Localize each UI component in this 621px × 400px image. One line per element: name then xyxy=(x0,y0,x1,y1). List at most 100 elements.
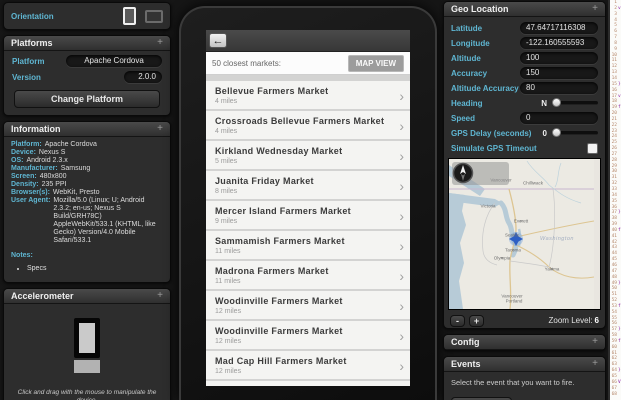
gps-delay-label: GPS Delay (seconds) xyxy=(451,129,531,138)
gps-delay-slider-handle[interactable] xyxy=(552,128,561,137)
longitude-input[interactable]: -122.160555593 xyxy=(520,37,598,49)
market-distance: 12 miles xyxy=(215,308,343,315)
code-editor[interactable]: 12var3456789101112131415};1617var1819fun… xyxy=(608,0,621,400)
info-label: Browser(s): xyxy=(11,189,50,197)
ripple-emulator: Orientation Platforms + Platform Apache … xyxy=(0,0,621,400)
latitude-label: Latitude xyxy=(451,24,482,33)
geo-location-panel: Geo Location + Latitude 47.64717116308 L… xyxy=(443,1,606,329)
info-row: OS: Android 2.3.x xyxy=(11,157,163,165)
zoom-in-button[interactable]: + xyxy=(469,315,484,327)
map-city-label: Everett xyxy=(514,219,528,224)
market-list-item[interactable]: Mad Cap Hill Farmers Market 12 miles › xyxy=(206,351,410,379)
zoom-out-button[interactable]: - xyxy=(450,315,465,327)
speed-input[interactable]: 0 xyxy=(520,112,598,124)
market-name: Sammamish Farmers Market xyxy=(215,236,345,246)
version-select[interactable]: 2.0.0 xyxy=(124,71,162,83)
info-row: Density: 235 PPI xyxy=(11,181,163,189)
platforms-title: Platforms xyxy=(11,38,53,48)
chevron-right-icon: › xyxy=(399,88,404,104)
info-label: User Agent: xyxy=(11,197,50,245)
heading-slider-handle[interactable] xyxy=(552,98,561,107)
market-list-item[interactable]: Woodinville Farmers Market 12 miles › xyxy=(206,321,410,349)
market-list-item[interactable]: Sammamish Farmers Market 11 miles › xyxy=(206,231,410,259)
market-distance: 11 miles xyxy=(215,278,329,285)
heading-slider[interactable] xyxy=(554,101,598,105)
heading-value: N xyxy=(541,99,547,108)
events-prompt: Select the event that you want to fire. xyxy=(451,378,598,387)
info-value: 480x800 xyxy=(40,173,163,181)
info-row: User Agent: Mozilla/5.0 (Linux; U; Andro… xyxy=(11,197,163,245)
altitude-input[interactable]: 100 xyxy=(520,52,598,64)
events-panel-header[interactable]: Events + xyxy=(444,357,605,372)
accelerometer-title: Accelerometer xyxy=(11,291,74,301)
chevron-right-icon: › xyxy=(399,358,404,374)
zoom-level-label: Zoom Level: xyxy=(549,316,593,325)
info-value: Mozilla/5.0 (Linux; U; Android 2.3.2; en… xyxy=(53,197,163,245)
platforms-panel-header[interactable]: Platforms + xyxy=(4,36,170,51)
notes-label: Notes: xyxy=(11,252,163,260)
map-city-label: Tacoma xyxy=(505,248,521,253)
accelerometer-device-model[interactable] xyxy=(74,318,100,373)
landscape-orientation-icon[interactable] xyxy=(145,10,163,23)
zoom-level-value: 6 xyxy=(595,316,599,325)
version-label: Version xyxy=(12,73,41,82)
gps-delay-value: 0 xyxy=(543,129,547,138)
list-subheader: 50 closest markets: MAP VIEW xyxy=(206,52,410,75)
information-panel-header[interactable]: Information + xyxy=(4,122,170,137)
config-title: Config xyxy=(451,337,480,347)
info-row: Manufacturer: Samsung xyxy=(11,165,163,173)
market-list-item[interactable]: Woodinville Farmers Market 12 miles › xyxy=(206,291,410,319)
market-name: Mercer Island Farmers Market xyxy=(215,206,351,216)
latitude-input[interactable]: 47.64717116308 xyxy=(520,22,598,34)
config-panel-header[interactable]: Config + xyxy=(444,335,605,350)
market-distance: 4 miles xyxy=(215,98,328,105)
collapse-icon[interactable]: + xyxy=(157,38,163,48)
market-name: Woodinville Farmers Market xyxy=(215,326,343,336)
notes-item[interactable]: Specs xyxy=(27,265,163,273)
info-value: WebKit, Presto xyxy=(53,189,163,197)
geo-map[interactable]: Washington VancouverChilliwackVictoriaEv… xyxy=(448,158,601,310)
collapse-icon[interactable]: + xyxy=(592,337,598,347)
simulate-gps-timeout-checkbox[interactable] xyxy=(587,143,598,154)
info-row: Device: Nexus S xyxy=(11,149,163,157)
info-row: Screen: 480x800 xyxy=(11,173,163,181)
info-label: OS: xyxy=(11,157,23,165)
device-screen: ← 50 closest markets: MAP VIEW Bellevue … xyxy=(206,30,410,386)
market-name: Juanita Friday Market xyxy=(215,176,314,186)
change-platform-button[interactable]: Change Platform xyxy=(14,90,160,108)
market-distance: 12 miles xyxy=(215,368,347,375)
info-label: Device: xyxy=(11,149,36,157)
collapse-icon[interactable]: + xyxy=(157,291,163,301)
collapse-icon[interactable]: + xyxy=(592,359,598,369)
market-name: Woodinville Farmers Market xyxy=(215,296,343,306)
info-label: Platform: xyxy=(11,141,42,149)
map-city-label: Yakima xyxy=(545,267,560,272)
portrait-orientation-icon[interactable] xyxy=(123,7,136,25)
map-view-button[interactable]: MAP VIEW xyxy=(348,55,404,72)
market-list-item[interactable]: Crossroads Bellevue Farmers Market 4 mil… xyxy=(206,111,410,139)
back-button[interactable]: ← xyxy=(209,33,227,48)
gps-delay-slider[interactable] xyxy=(554,131,598,135)
accuracy-input[interactable]: 150 xyxy=(520,67,598,79)
geo-location-panel-header[interactable]: Geo Location + xyxy=(444,2,605,17)
market-distance: 4 miles xyxy=(215,128,384,135)
market-list-item[interactable]: Mercer Island Farmers Market 9 miles › xyxy=(206,201,410,229)
info-label: Density: xyxy=(11,181,39,189)
market-list-item[interactable]: › xyxy=(206,381,410,386)
market-list-item[interactable]: Bellevue Farmers Market 4 miles › xyxy=(206,81,410,109)
collapse-icon[interactable]: + xyxy=(157,124,163,134)
market-name: Madrona Farmers Market xyxy=(215,266,329,276)
platform-select[interactable]: Apache Cordova xyxy=(66,55,162,67)
altitude-label: Altitude xyxy=(451,54,481,63)
market-distance: 8 miles xyxy=(215,188,314,195)
market-list-item[interactable]: Madrona Farmers Market 11 miles › xyxy=(206,261,410,289)
right-sidebar: Geo Location + Latitude 47.64717116308 L… xyxy=(441,0,608,400)
accelerometer-panel-header[interactable]: Accelerometer + xyxy=(4,289,170,304)
market-name: Bellevue Farmers Market xyxy=(215,86,328,96)
market-distance: 9 miles xyxy=(215,218,351,225)
market-list-item[interactable]: Juanita Friday Market 8 miles › xyxy=(206,171,410,199)
market-list-item[interactable]: Kirkland Wednesday Market 5 miles › xyxy=(206,141,410,169)
orientation-label: Orientation xyxy=(11,12,54,21)
altitude-accuracy-input[interactable]: 80 xyxy=(520,82,598,94)
collapse-icon[interactable]: + xyxy=(592,4,598,14)
